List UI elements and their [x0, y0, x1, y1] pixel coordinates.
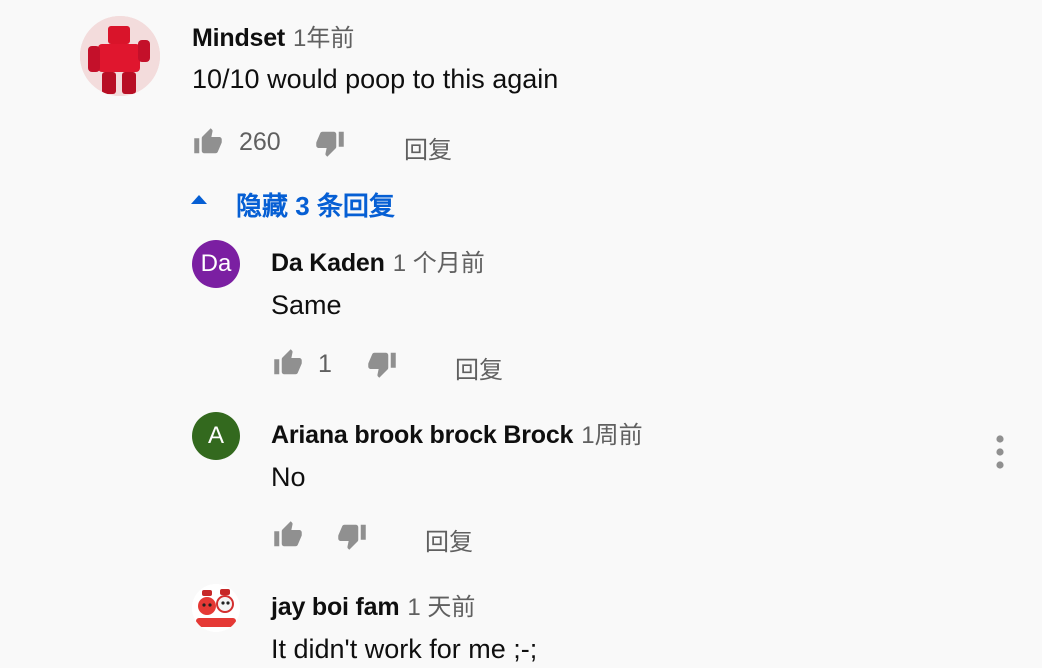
comment-header: Mindset 1年前: [192, 18, 354, 53]
avatar-letter: A: [207, 422, 224, 449]
avatar[interactable]: [192, 584, 240, 632]
avatar[interactable]: A: [192, 412, 240, 460]
avatar[interactable]: Da: [192, 240, 240, 288]
avatar-letter: Da: [200, 250, 232, 277]
like-button[interactable]: [272, 520, 304, 550]
like-button[interactable]: [272, 348, 304, 378]
reply-time[interactable]: 1 天前: [407, 594, 475, 621]
reply-header: Ariana brook brock Brock 1周前: [271, 415, 643, 450]
reply-time[interactable]: 1周前: [581, 422, 642, 449]
dislike-button[interactable]: [314, 128, 346, 158]
comment-text: 10/10 would poop to this again: [192, 64, 559, 94]
reply-text: No: [271, 462, 306, 492]
thumbs-up-icon: [274, 349, 302, 375]
red-robot-avatar-icon: [80, 16, 160, 96]
thumbs-up-icon: [274, 521, 302, 547]
more-vert-icon: [996, 435, 1004, 469]
dislike-button[interactable]: [336, 521, 368, 551]
like-button[interactable]: [192, 127, 224, 157]
action-menu-button[interactable]: [990, 434, 1010, 470]
like-count: 1: [318, 350, 332, 378]
comment-time[interactable]: 1年前: [293, 25, 354, 52]
avatar[interactable]: [80, 16, 160, 96]
thumbs-down-icon: [368, 352, 396, 378]
caret-up-icon[interactable]: [191, 195, 207, 204]
thumbs-up-icon: [194, 128, 222, 154]
reply-button[interactable]: 回复: [425, 522, 473, 557]
reply-text: Same: [271, 290, 342, 320]
cartoon-avatar-icon: [192, 584, 240, 632]
reply-button[interactable]: 回复: [404, 130, 452, 165]
thumbs-down-icon: [316, 131, 344, 157]
reply-author[interactable]: Da Kaden: [271, 249, 385, 277]
reply-time[interactable]: 1 个月前: [393, 250, 485, 277]
comment-author[interactable]: Mindset: [192, 24, 285, 52]
reply-header: Da Kaden 1 个月前: [271, 243, 485, 278]
reply-author[interactable]: jay boi fam: [271, 593, 400, 621]
like-count: 260: [239, 128, 281, 156]
reply-author[interactable]: Ariana brook brock Brock: [271, 421, 573, 449]
hide-replies-button[interactable]: 隐藏 3 条回复: [236, 186, 395, 223]
thumbs-down-icon: [338, 524, 366, 550]
dislike-button[interactable]: [366, 349, 398, 379]
reply-text: It didn't work for me ;-;: [271, 634, 538, 664]
reply-header: jay boi fam 1 天前: [271, 587, 475, 622]
reply-button[interactable]: 回复: [455, 350, 503, 385]
